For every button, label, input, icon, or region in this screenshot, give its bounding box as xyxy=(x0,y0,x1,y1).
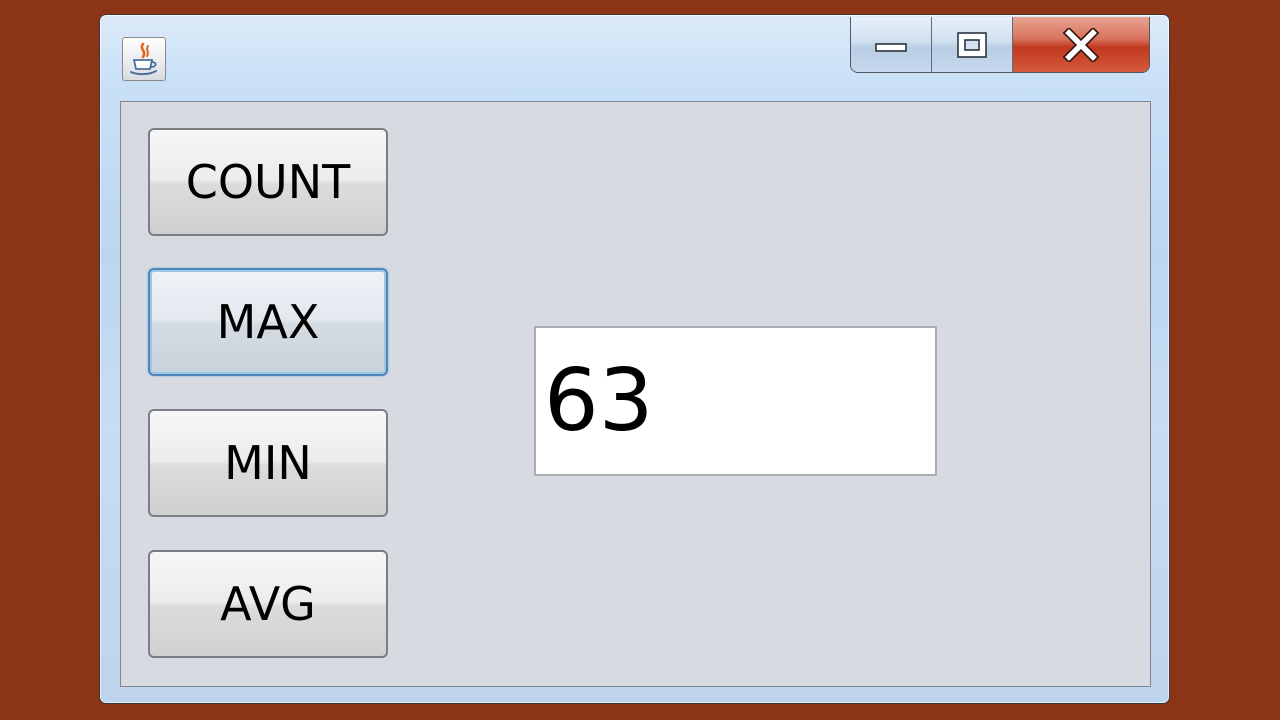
maximize-button[interactable] xyxy=(932,17,1013,72)
caption-buttons xyxy=(850,17,1150,73)
app-window: COUNT MAX MIN AVG xyxy=(99,14,1170,704)
result-field[interactable] xyxy=(534,326,937,476)
minimize-button[interactable] xyxy=(851,17,932,72)
maximize-icon xyxy=(957,31,987,58)
content-panel: COUNT MAX MIN AVG xyxy=(120,101,1151,687)
count-button[interactable]: COUNT xyxy=(148,128,388,236)
max-button[interactable]: MAX xyxy=(148,268,388,376)
title-bar[interactable] xyxy=(100,15,1169,101)
close-button[interactable] xyxy=(1013,17,1149,72)
close-icon xyxy=(1062,27,1100,62)
java-cup-icon[interactable] xyxy=(122,37,166,81)
minimize-icon xyxy=(875,42,907,52)
avg-button[interactable]: AVG xyxy=(148,550,388,658)
min-button[interactable]: MIN xyxy=(148,409,388,517)
